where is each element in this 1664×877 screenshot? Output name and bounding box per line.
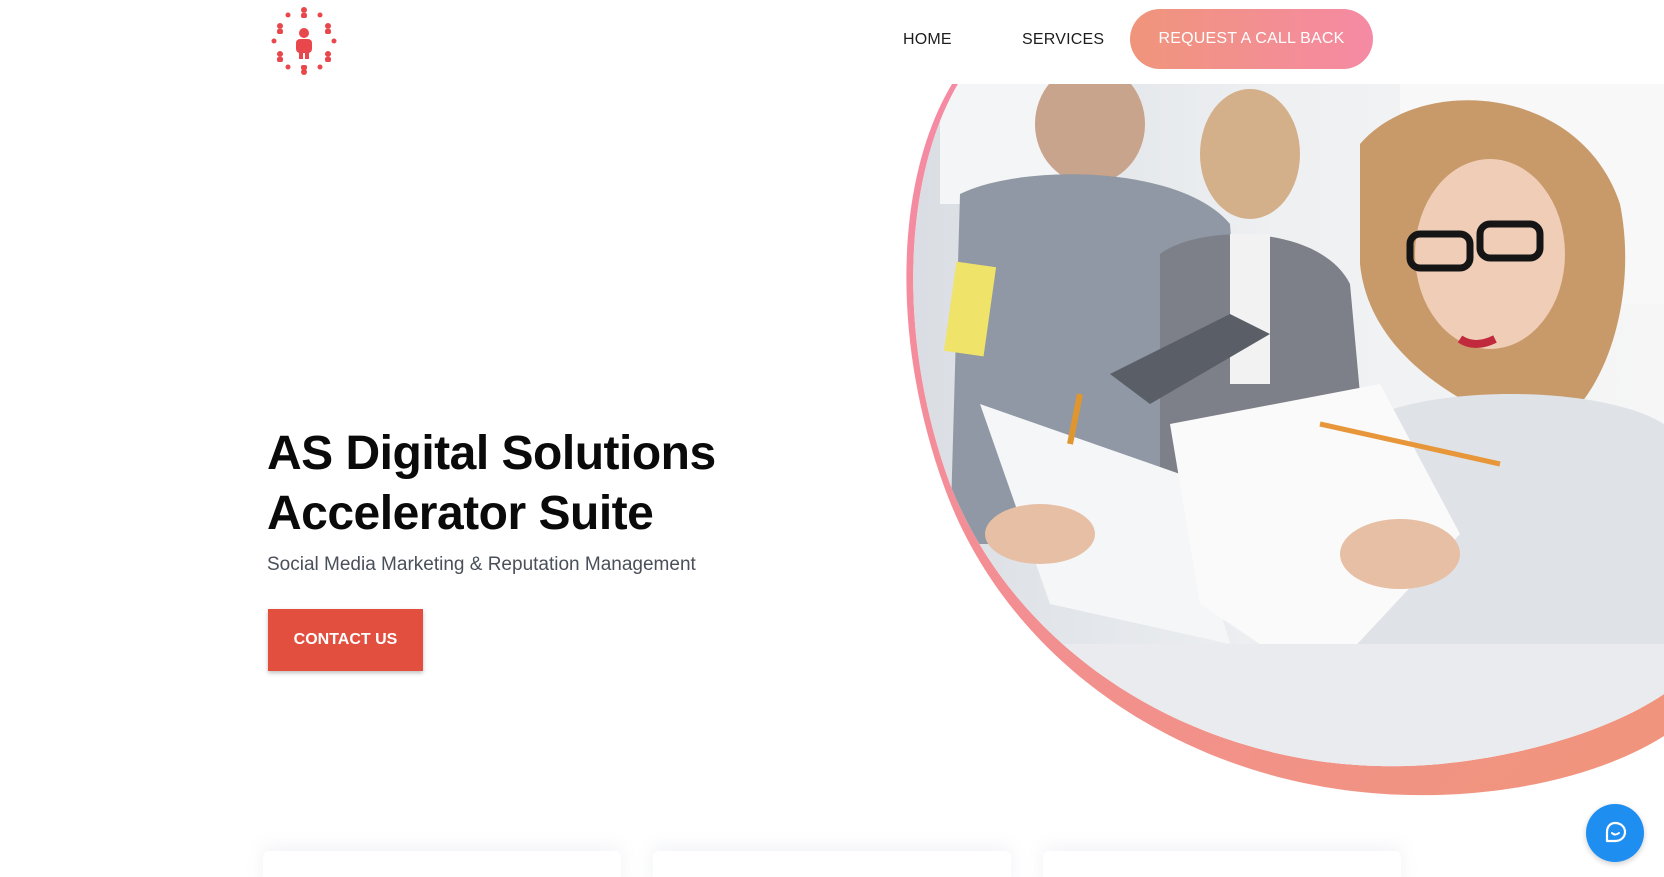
feature-card [1043, 851, 1401, 877]
logo[interactable] [266, 3, 342, 79]
hero-title-line-2: Accelerator Suite [267, 487, 654, 540]
team-network-icon [271, 7, 337, 75]
hero-subtitle: Social Media Marketing & Reputation Mana… [267, 554, 696, 575]
feature-card [653, 851, 1011, 877]
hero-image [900, 84, 1664, 804]
feature-card [263, 851, 621, 877]
hero-title-line-1: AS Digital Solutions [267, 427, 716, 480]
request-call-back-button[interactable]: REQUEST A CALL BACK [1130, 9, 1373, 69]
chat-button[interactable] [1586, 804, 1644, 862]
hero-title: AS Digital Solutions Accelerator Suite [267, 424, 827, 544]
landing-page: HOME SERVICES REQUEST A CALL BACK AS Dig… [0, 0, 1664, 877]
contact-us-button[interactable]: CONTACT US [268, 609, 423, 671]
nav-services-link[interactable]: SERVICES [1022, 28, 1104, 52]
chat-icon [1605, 821, 1627, 843]
nav-home-link[interactable]: HOME [903, 28, 952, 52]
